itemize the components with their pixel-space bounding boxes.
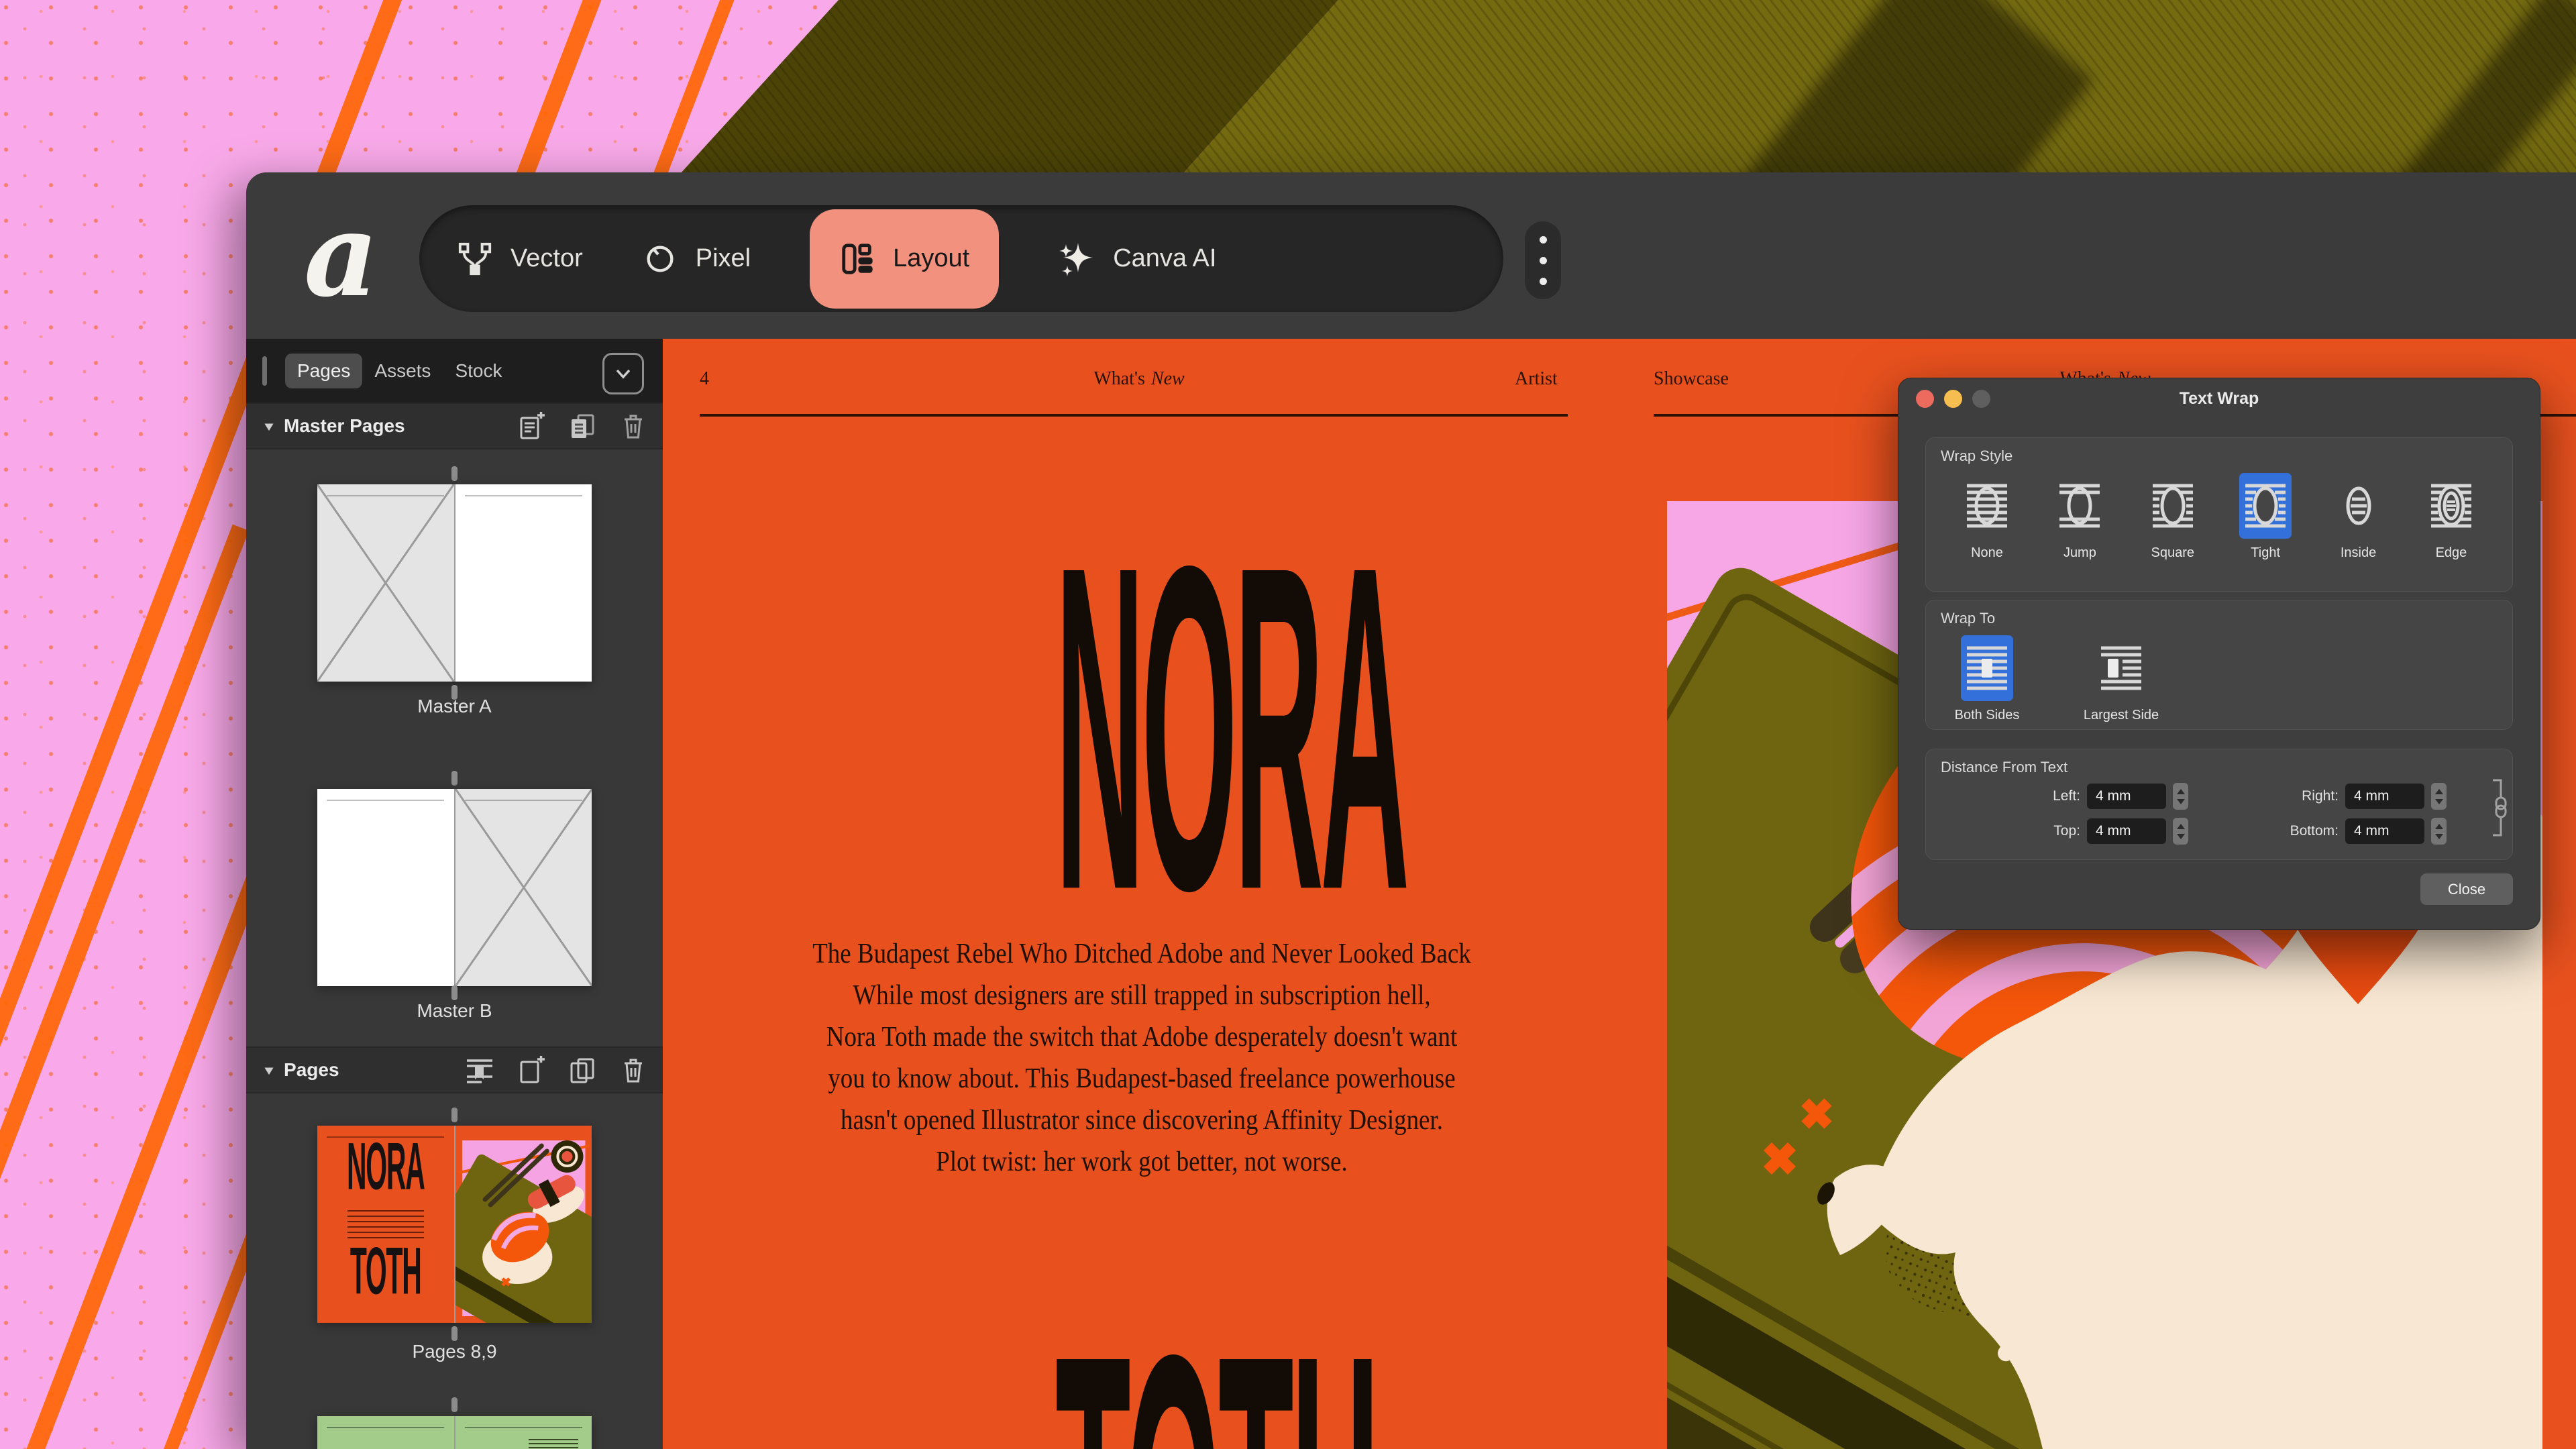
right-distance-input[interactable]: 4 mm <box>2345 784 2424 809</box>
duplicate-page-button[interactable] <box>568 1055 597 1085</box>
persona-pixel[interactable]: Pixel <box>642 209 751 309</box>
text-wrap-dialog: Text Wrap Wrap Style None Jump <box>1898 378 2540 930</box>
wrap-style-label: Wrap Style <box>1941 447 2012 465</box>
master-pages-header[interactable]: ▾ Master Pages <box>246 402 663 449</box>
bottom-stepper[interactable] <box>2431 818 2447 845</box>
header-rule <box>700 414 1568 417</box>
wrap-style-inside[interactable]: Inside <box>2315 473 2402 561</box>
add-page-button[interactable] <box>517 1055 546 1085</box>
master-b-label: Master B <box>246 1000 663 1022</box>
spine-tick <box>451 1397 458 1412</box>
top-stepper[interactable] <box>2173 818 2188 845</box>
duplicate-master-button[interactable] <box>568 411 597 441</box>
spine-tick <box>451 771 458 786</box>
panel-drag-handle[interactable] <box>262 356 267 386</box>
tab-stock[interactable]: Stock <box>443 354 514 388</box>
top-field-label: Top: <box>2000 823 2080 839</box>
master-b-thumbnail[interactable] <box>317 789 592 986</box>
persona-label: Canva AI <box>1113 244 1216 273</box>
headline-nora[interactable]: NORA <box>1055 498 1228 959</box>
delete-page-button[interactable] <box>619 1055 648 1085</box>
pages-8-9-label: Pages 8,9 <box>246 1341 663 1362</box>
more-options-button[interactable] <box>1525 221 1561 299</box>
running-head-left: Showcase <box>1654 368 1729 390</box>
right-field-label: Right: <box>2238 788 2339 804</box>
running-head-right: Artist <box>1515 368 1558 390</box>
distance-label: Distance From Text <box>1941 759 2068 776</box>
left-distance-input[interactable]: 4 mm <box>2087 784 2166 809</box>
close-button[interactable]: Close <box>2420 873 2513 905</box>
chevron-down-icon: ▾ <box>265 1062 273 1077</box>
link-values-icon[interactable] <box>2490 771 2510 845</box>
persona-label: Pixel <box>696 244 751 273</box>
persona-canva-ai[interactable]: Canva AI <box>1058 209 1216 309</box>
vector-persona-icon <box>457 241 493 277</box>
headline-toth[interactable]: TOTH <box>1055 1287 1228 1449</box>
body-paragraph[interactable]: The Budapest Rebel Who Ditched Adobe and… <box>805 933 1478 1183</box>
persona-label: Layout <box>893 244 969 273</box>
thumb-title-top: NORA <box>343 1136 428 1196</box>
panel-tabs: Pages Assets Stock <box>246 339 663 402</box>
chevron-down-icon: ▾ <box>265 418 273 433</box>
wrap-style-square[interactable]: Square <box>2129 473 2216 561</box>
affinity-logo-icon[interactable]: a <box>304 205 391 312</box>
wrap-style-tight[interactable]: Tight <box>2222 473 2309 561</box>
wrap-to-label: Wrap To <box>1941 610 1995 627</box>
add-section-icon[interactable] <box>464 1055 495 1085</box>
wrap-style-edge[interactable]: Edge <box>2408 473 2495 561</box>
left-stepper[interactable] <box>2173 783 2188 810</box>
spine-tick <box>451 1326 458 1341</box>
section-label: Master Pages <box>284 415 405 437</box>
right-stepper[interactable] <box>2431 783 2447 810</box>
spine-tick <box>451 985 458 1000</box>
persona-switcher: Vector Pixel <box>419 205 1503 312</box>
toolbar: a Vector <box>246 172 2576 339</box>
master-a-thumbnail[interactable] <box>317 484 592 682</box>
tab-pages[interactable]: Pages <box>285 354 362 388</box>
add-master-button[interactable] <box>517 411 546 441</box>
next-spread-thumbnail[interactable] <box>317 1416 592 1449</box>
wrap-style-group: Wrap Style None Jump <box>1925 437 2513 592</box>
bottom-distance-input[interactable]: 4 mm <box>2345 818 2424 844</box>
wrap-to-both-sides[interactable]: Both Sides <box>1943 635 2031 723</box>
pages-section-header[interactable]: ▾ Pages <box>246 1046 663 1093</box>
thumb-sushi-art <box>455 1126 592 1323</box>
screen: a Vector <box>0 0 2576 1449</box>
left-field-label: Left: <box>2000 788 2080 804</box>
pages-panel: Pages Assets Stock ▾ Master Pages <box>246 339 664 1449</box>
spine-tick <box>451 1108 458 1122</box>
wrap-to-group: Wrap To Both Sides Largest Side <box>1925 600 2513 730</box>
persona-label: Vector <box>511 244 583 273</box>
panel-menu-button[interactable] <box>602 353 644 394</box>
wrap-to-largest-side[interactable]: Largest Side <box>2078 635 2165 723</box>
layout-persona-icon <box>839 241 875 277</box>
dialog-title: Text Wrap <box>1898 389 2540 409</box>
sparkles-icon <box>1058 240 1095 278</box>
page-number: 4 <box>700 368 709 390</box>
running-head-center: What'sNew <box>1065 368 1213 390</box>
top-distance-input[interactable]: 4 mm <box>2087 818 2166 844</box>
thumb-title-bottom: TOTH <box>343 1240 428 1301</box>
persona-vector[interactable]: Vector <box>457 209 583 309</box>
delete-master-button[interactable] <box>619 411 648 441</box>
tab-assets[interactable]: Assets <box>362 354 443 388</box>
wrap-style-jump[interactable]: Jump <box>2036 473 2123 561</box>
bottom-field-label: Bottom: <box>2238 823 2339 839</box>
spine-tick <box>451 466 458 481</box>
persona-layout[interactable]: Layout <box>810 209 999 309</box>
section-label: Pages <box>284 1059 339 1081</box>
wrap-style-none[interactable]: None <box>1943 473 2031 561</box>
pixel-persona-icon <box>642 241 678 277</box>
pages-8-9-thumbnail[interactable]: NORA TOTH <box>317 1126 592 1323</box>
distance-group: Distance From Text Left: 4 mm Right: 4 m… <box>1925 749 2513 860</box>
master-a-label: Master A <box>246 696 663 717</box>
